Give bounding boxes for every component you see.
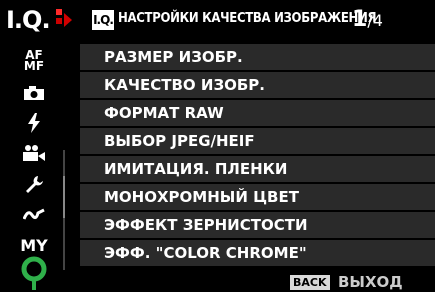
camera-icon xyxy=(24,86,44,100)
tab-iq-label: I.Q. xyxy=(6,6,51,34)
tab-custom[interactable] xyxy=(6,200,62,230)
sidebar: I.Q. AF MF MY xyxy=(0,0,72,292)
page-indicator: 1/4 xyxy=(352,5,383,36)
tab-image-quality[interactable]: I.Q. xyxy=(0,0,72,40)
menu-item-color-chrome[interactable]: ЭФФ. "COLOR CHROME" xyxy=(80,240,435,266)
page-current: 1 xyxy=(352,7,368,32)
back-key-icon: BACK xyxy=(290,275,330,290)
iq-header-icon: I.Q. xyxy=(92,10,114,30)
footer: BACK ВЫХОД xyxy=(80,272,435,292)
menu-list: РАЗМЕР ИЗОБР. КАЧЕСТВО ИЗОБР. ФОРМАТ RAW… xyxy=(80,44,435,268)
page-title: НАСТРОЙКИ КАЧЕСТВА ИЗОБРАЖЕНИЯ xyxy=(118,11,377,26)
movie-icon xyxy=(23,145,45,161)
my-menu-icon: MY xyxy=(20,235,48,255)
menu-item-raw-format[interactable]: ФОРМАТ RAW xyxy=(80,100,435,126)
menu-item-label: КАЧЕСТВО ИЗОБР. xyxy=(104,76,265,94)
selected-arrow-icon xyxy=(64,13,72,27)
page-total: /4 xyxy=(367,11,383,30)
af-mf-icon: AF MF xyxy=(23,48,45,73)
tab-setup[interactable] xyxy=(6,170,62,200)
tab-af-mf[interactable]: AF MF xyxy=(6,46,62,76)
menu-item-image-quality[interactable]: КАЧЕСТВО ИЗОБР. xyxy=(80,72,435,98)
menu-item-label: ВЫБОР JPEG/HEIF xyxy=(104,132,255,150)
wrench-icon xyxy=(26,176,43,193)
menu-item-label: ФОРМАТ RAW xyxy=(104,104,224,122)
status-indicator xyxy=(6,256,62,290)
tab-flash[interactable] xyxy=(6,108,62,138)
page-dots xyxy=(56,9,64,33)
sidebar-scroll-thumb[interactable] xyxy=(63,176,65,218)
location-pin-icon xyxy=(21,256,47,290)
menu-item-label: ЭФФ. "COLOR CHROME" xyxy=(104,244,307,262)
menu-item-monochrome-color[interactable]: МОНОХРОМНЫЙ ЦВЕТ xyxy=(80,184,435,210)
menu-item-label: РАЗМЕР ИЗОБР. xyxy=(104,48,243,66)
menu-item-grain-effect[interactable]: ЭФФЕКТ ЗЕРНИСТОСТИ xyxy=(80,212,435,238)
exit-button[interactable]: ВЫХОД xyxy=(338,273,403,291)
menu-item-label: ИМИТАЦИЯ. ПЛЕНКИ xyxy=(104,160,288,178)
menu-item-film-simulation[interactable]: ИМИТАЦИЯ. ПЛЕНКИ xyxy=(80,156,435,182)
tab-shooting[interactable] xyxy=(6,78,62,108)
menu-item-label: МОНОХРОМНЫЙ ЦВЕТ xyxy=(104,188,299,206)
flash-icon xyxy=(28,113,40,133)
menu-item-jpeg-heif[interactable]: ВЫБОР JPEG/HEIF xyxy=(80,128,435,154)
menu-item-image-size[interactable]: РАЗМЕР ИЗОБР. xyxy=(80,44,435,70)
menu-header: I.Q. НАСТРОЙКИ КАЧЕСТВА ИЗОБРАЖЕНИЯ 1/4 xyxy=(80,0,435,40)
tab-movie[interactable] xyxy=(6,138,62,168)
curve-icon xyxy=(23,208,45,220)
menu-item-label: ЭФФЕКТ ЗЕРНИСТОСТИ xyxy=(104,216,308,234)
